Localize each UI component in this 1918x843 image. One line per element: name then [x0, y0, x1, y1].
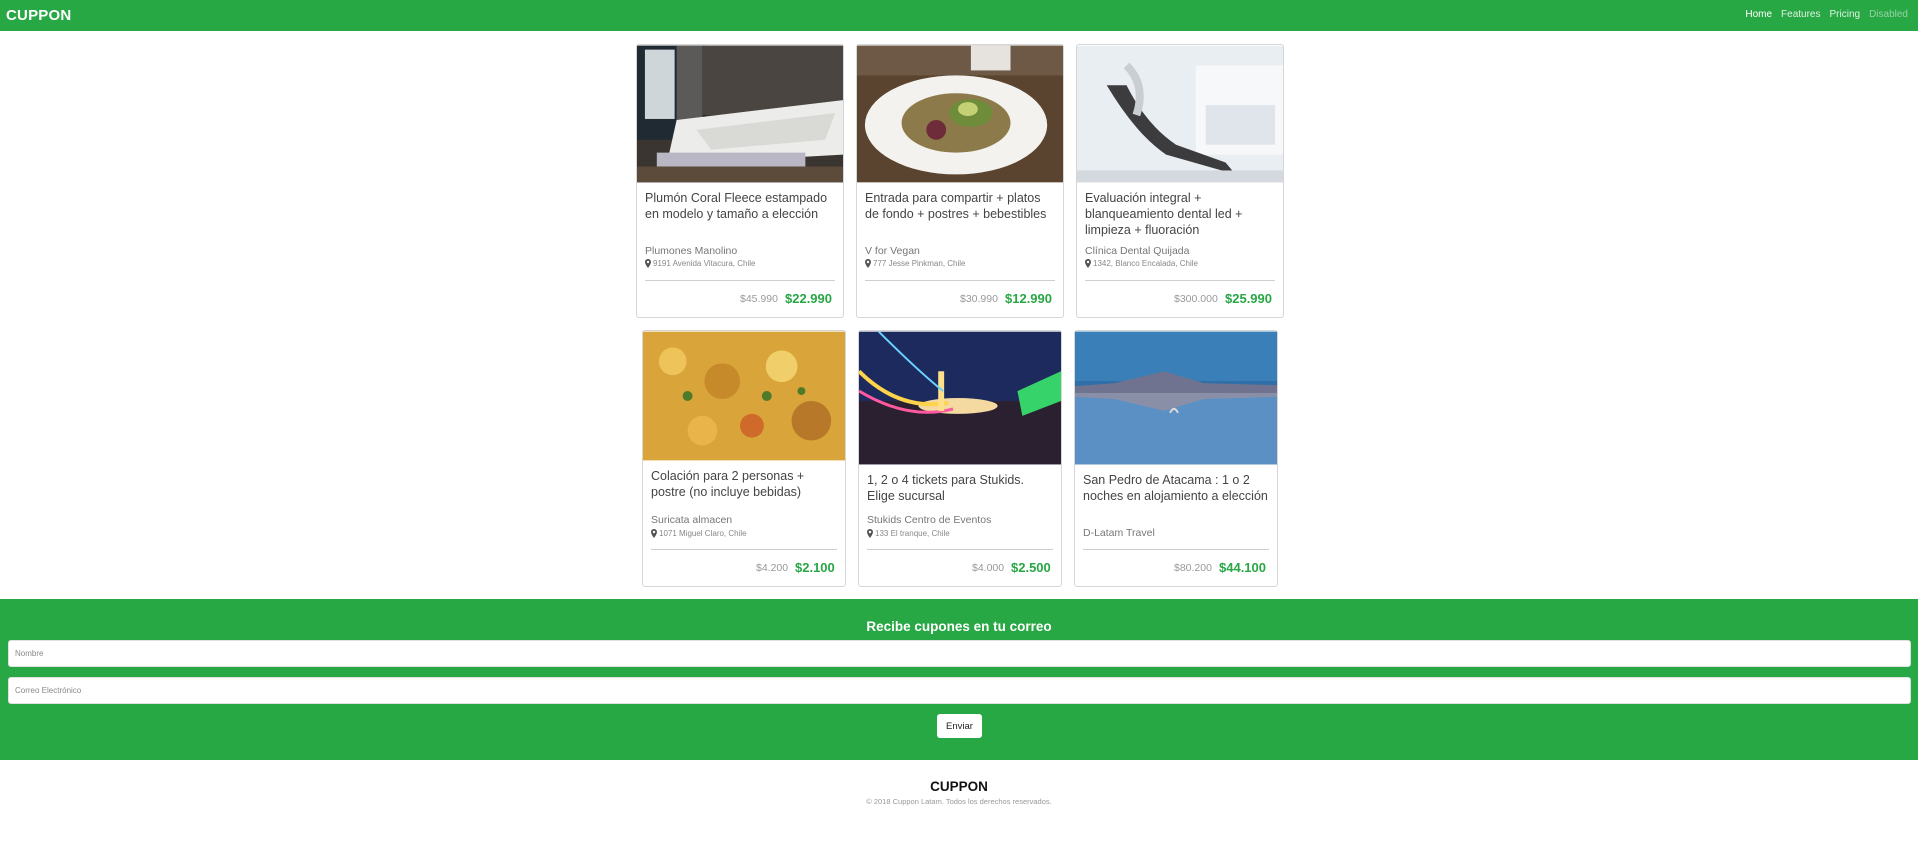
deal-address: 1342, Blanco Encalada, Chile	[1085, 259, 1198, 268]
nav-home-link[interactable]: Home	[1745, 9, 1772, 20]
submit-button[interactable]: Enviar	[937, 714, 982, 738]
map-marker-icon	[1085, 259, 1091, 268]
deal-image-salt-lake-flamingo[interactable]	[1075, 331, 1277, 465]
deal-merchant: Plumones Manolino	[645, 245, 738, 257]
deal-address-text: 133 El tranque, Chile	[875, 529, 950, 538]
deal-image-fairground-night[interactable]	[859, 331, 1061, 465]
deal-title[interactable]: San Pedro de Atacama : 1 o 2 noches en a…	[1083, 472, 1269, 504]
deal-address-text: 9191 Avenida Vitacura, Chile	[653, 259, 756, 268]
nav-links: Home Features Pricing Disabled	[1745, 9, 1908, 20]
deal-image-bedroom[interactable]	[637, 45, 843, 183]
deal-title[interactable]: 1, 2 o 4 tickets para Stukids. Elige suc…	[867, 472, 1053, 504]
deal-old-price: $300.000	[1174, 293, 1218, 305]
deal-merchant: Clínica Dental Quijada	[1085, 245, 1190, 257]
deal-card[interactable]: Entrada para compartir + platos de fondo…	[856, 44, 1064, 318]
deal-image-chickpea-stew[interactable]	[643, 331, 845, 461]
deal-new-price: $22.990	[785, 291, 832, 306]
deal-merchant: Stukids Centro de Eventos	[867, 514, 992, 526]
deal-address: 133 El tranque, Chile	[867, 529, 950, 538]
deal-title[interactable]: Colación para 2 personas + postre (no in…	[651, 468, 837, 500]
map-marker-icon	[645, 259, 651, 268]
deal-address-text: 777 Jesse Pinkman, Chile	[873, 259, 966, 268]
map-marker-icon	[865, 259, 871, 268]
deal-title[interactable]: Evaluación integral + blanqueamiento den…	[1085, 190, 1275, 238]
card-divider	[1085, 280, 1275, 281]
deal-new-price: $2.500	[1011, 560, 1051, 575]
email-input[interactable]	[8, 677, 1911, 704]
card-divider	[865, 280, 1055, 281]
deal-new-price: $44.100	[1219, 560, 1266, 575]
deal-title[interactable]: Plumón Coral Fleece estampado en modelo …	[645, 190, 835, 222]
nav-disabled-link: Disabled	[1869, 9, 1908, 20]
newsletter-title: Recibe cupones en tu correo	[866, 619, 1052, 634]
deal-address: 1071 Miguel Claro, Chile	[651, 529, 747, 538]
deal-card[interactable]: Evaluación integral + blanqueamiento den…	[1076, 44, 1284, 318]
deal-title[interactable]: Entrada para compartir + platos de fondo…	[865, 190, 1055, 222]
nav-pricing-link[interactable]: Pricing	[1830, 9, 1861, 20]
deal-old-price: $4.200	[756, 562, 789, 574]
footer-brand: CUPPON	[930, 779, 988, 794]
card-divider	[867, 549, 1053, 550]
deal-card[interactable]: San Pedro de Atacama : 1 o 2 noches en a…	[1074, 330, 1278, 587]
deal-address-text: 1342, Blanco Encalada, Chile	[1093, 259, 1198, 268]
deal-merchant: Suricata almacen	[651, 514, 733, 526]
deal-new-price: $12.990	[1005, 291, 1052, 306]
deal-address: 9191 Avenida Vitacura, Chile	[645, 259, 755, 268]
deal-old-price: $45.990	[740, 293, 778, 305]
deal-address-text: 1071 Miguel Claro, Chile	[659, 529, 747, 538]
map-marker-icon	[867, 529, 873, 538]
top-navbar: CUPPON Home Features Pricing Disabled	[0, 0, 1918, 31]
deal-merchant: D-Latam Travel	[1083, 527, 1155, 539]
name-input[interactable]	[8, 640, 1911, 667]
map-marker-icon	[651, 529, 657, 538]
card-divider	[1083, 549, 1269, 550]
footer-copyright: © 2018 Cuppon Latam. Todos los derechos …	[866, 797, 1052, 806]
deal-old-price: $30.990	[960, 293, 998, 305]
deal-image-salad-plate[interactable]	[857, 45, 1063, 183]
deal-card[interactable]: 1, 2 o 4 tickets para Stukids. Elige suc…	[858, 330, 1062, 587]
deal-old-price: $4.000	[972, 562, 1005, 574]
deal-address: 777 Jesse Pinkman, Chile	[865, 259, 966, 268]
nav-features-link[interactable]: Features	[1781, 9, 1820, 20]
deal-card[interactable]: Plumón Coral Fleece estampado en modelo …	[636, 44, 844, 318]
card-divider	[645, 280, 835, 281]
deal-image-dental-chair[interactable]	[1077, 45, 1283, 183]
deal-new-price: $2.100	[795, 560, 835, 575]
card-divider	[651, 549, 837, 550]
deal-new-price: $25.990	[1225, 291, 1272, 306]
brand-logo[interactable]: CUPPON	[6, 7, 71, 24]
deal-merchant: V for Vegan	[865, 245, 920, 257]
deal-old-price: $80.200	[1174, 562, 1212, 574]
newsletter-section: Recibe cupones en tu correo Enviar	[0, 599, 1918, 760]
deal-card[interactable]: Colación para 2 personas + postre (no in…	[642, 330, 846, 587]
